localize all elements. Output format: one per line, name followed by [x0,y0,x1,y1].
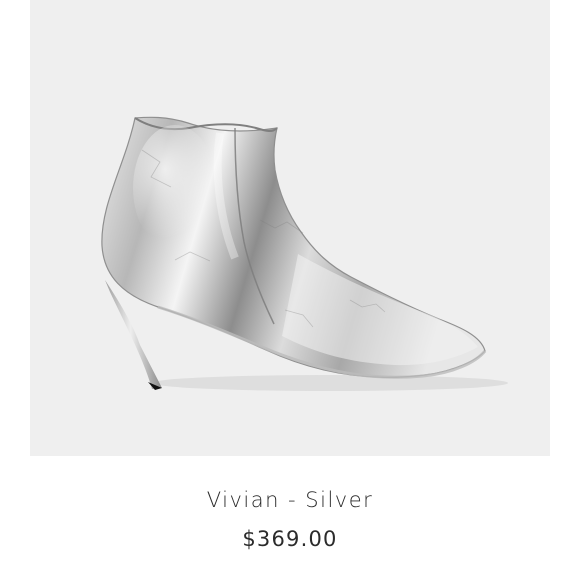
product-name[interactable]: Vivian - Silver [0,488,580,512]
product-price: $369.00 [242,527,338,551]
product-image[interactable] [30,0,550,456]
product-card[interactable]: Vivian - Silver $369.00 [0,0,580,580]
silver-ankle-boot-icon [101,116,508,391]
